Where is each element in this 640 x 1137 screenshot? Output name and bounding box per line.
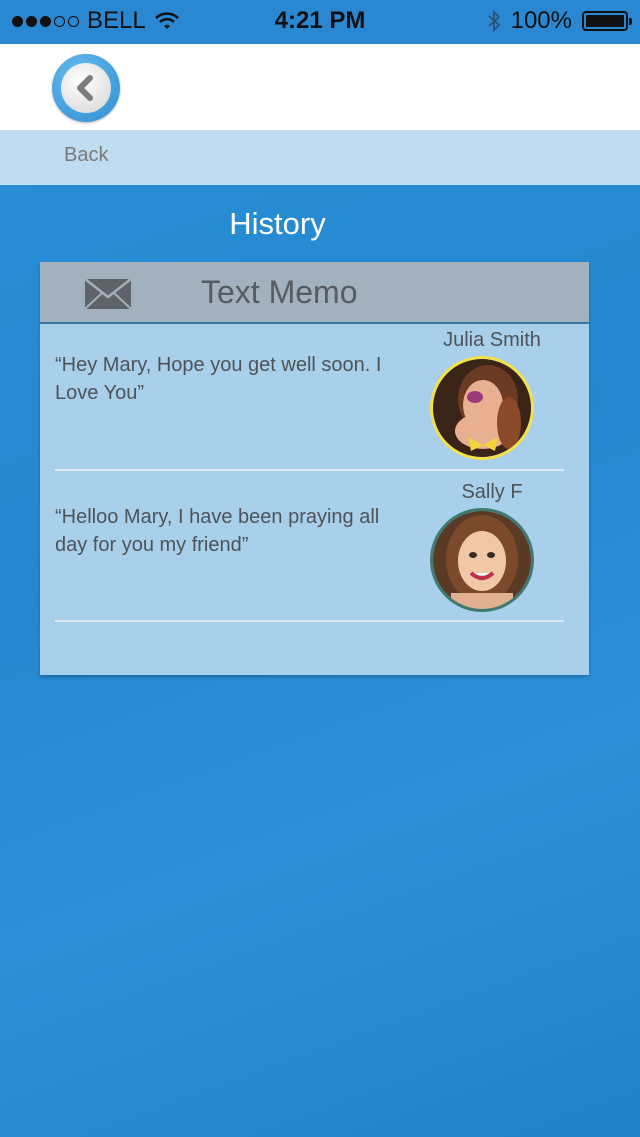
card-header: Text Memo bbox=[40, 262, 589, 324]
back-label[interactable]: Back bbox=[64, 144, 108, 167]
page-title: History bbox=[229, 206, 326, 241]
status-bar: BELL 4:21 PM 100% bbox=[0, 0, 640, 44]
battery-icon bbox=[582, 11, 632, 31]
back-button[interactable] bbox=[52, 54, 120, 122]
battery-percent: 100% bbox=[510, 7, 572, 34]
avatar bbox=[430, 508, 534, 612]
back-strip: Back bbox=[0, 130, 640, 185]
back-button-inner bbox=[61, 63, 111, 113]
chevron-left-icon bbox=[77, 75, 93, 101]
memo-text: “Helloo Mary, I have been praying all da… bbox=[55, 506, 380, 556]
memo-item[interactable]: “Hey Mary, Hope you get well soon. I Lov… bbox=[55, 326, 565, 476]
memo-sender: Julia Smith bbox=[443, 329, 541, 351]
avatar-photo bbox=[433, 359, 531, 457]
avatar bbox=[430, 356, 534, 460]
avatar-photo bbox=[433, 511, 531, 609]
nav-bar bbox=[0, 44, 640, 130]
mail-icon bbox=[84, 278, 132, 310]
divider bbox=[55, 469, 564, 471]
status-right: 100% bbox=[487, 7, 632, 35]
text-memo-card: Text Memo “Hey Mary, Hope you get well s… bbox=[40, 262, 589, 675]
memo-item[interactable]: “Helloo Mary, I have been praying all da… bbox=[55, 477, 565, 627]
memo-sender: Sally F bbox=[461, 481, 523, 503]
bluetooth-icon bbox=[488, 10, 500, 32]
card-title: Text Memo bbox=[201, 274, 358, 310]
divider bbox=[55, 620, 564, 622]
memo-text: “Hey Mary, Hope you get well soon. I Lov… bbox=[55, 354, 382, 404]
